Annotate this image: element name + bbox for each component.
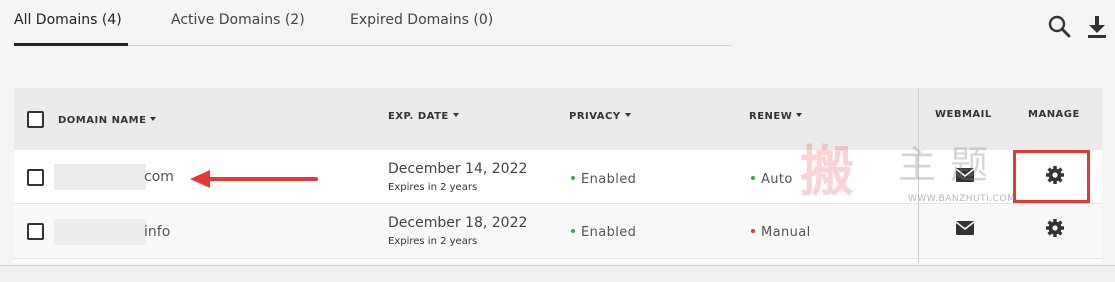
svg-text:主: 主 xyxy=(898,143,936,187)
header-privacy[interactable]: PRIVACY xyxy=(569,111,631,122)
header-manage: MANAGE xyxy=(1028,109,1080,120)
header-renew[interactable]: RENEW xyxy=(749,111,803,122)
svg-text:搬: 搬 xyxy=(800,140,854,203)
sort-caret-icon xyxy=(796,113,803,117)
expires-in: Expires in 2 years xyxy=(388,182,478,193)
watermark-logo: 搬 主 题 WWW.BANZHUTI.COM xyxy=(800,140,1015,204)
highlight-box xyxy=(1013,150,1090,203)
status-dot-icon xyxy=(751,176,755,180)
renew-status[interactable]: Auto xyxy=(751,172,793,187)
sort-caret-icon xyxy=(624,113,631,117)
svg-text:题: 题 xyxy=(950,143,988,187)
search-icon[interactable] xyxy=(1047,14,1073,40)
mail-icon[interactable] xyxy=(955,220,975,236)
status-dot-icon xyxy=(571,176,575,180)
gear-icon[interactable] xyxy=(1045,218,1065,238)
row-checkbox[interactable] xyxy=(27,223,44,240)
header-domain-name[interactable]: DOMAIN NAME xyxy=(58,115,157,126)
header-exp-date[interactable]: EXP. DATE xyxy=(388,111,459,122)
redacted-domain-prefix xyxy=(54,164,146,190)
redacted-domain-prefix xyxy=(54,219,146,245)
annotation-arrow-icon xyxy=(190,170,318,188)
download-icon[interactable] xyxy=(1086,14,1108,40)
privacy-status: Enabled xyxy=(571,172,636,187)
domain-tabs: All Domains (4) Active Domains (2) Expir… xyxy=(14,0,732,46)
status-dot-icon xyxy=(571,229,575,233)
sort-caret-icon xyxy=(452,113,459,117)
privacy-status: Enabled xyxy=(571,225,636,240)
row-checkbox[interactable] xyxy=(27,169,44,186)
expires-in: Expires in 2 years xyxy=(388,236,478,247)
tab-expired-domains[interactable]: Expired Domains (0) xyxy=(350,12,493,28)
renew-status[interactable]: Manual xyxy=(751,225,811,240)
status-dot-icon xyxy=(751,229,755,233)
sort-caret-icon xyxy=(150,117,157,121)
exp-date: December 18, 2022 xyxy=(388,215,528,231)
horizontal-scrollbar[interactable] xyxy=(0,265,1115,282)
domain-name[interactable]: com xyxy=(144,169,174,185)
select-all-checkbox[interactable] xyxy=(27,111,44,128)
svg-text:WWW.BANZHUTI.COM: WWW.BANZHUTI.COM xyxy=(908,194,1015,204)
header-webmail: WEBMAIL xyxy=(935,109,992,120)
tab-active-domains[interactable]: Active Domains (2) xyxy=(171,12,305,28)
domain-name[interactable]: info xyxy=(144,224,170,240)
table-row: info December 18, 2022 Expires in 2 year… xyxy=(14,205,1102,259)
tab-all-domains[interactable]: All Domains (4) xyxy=(14,12,122,28)
exp-date: December 14, 2022 xyxy=(388,161,528,177)
active-tab-underline xyxy=(14,43,128,46)
